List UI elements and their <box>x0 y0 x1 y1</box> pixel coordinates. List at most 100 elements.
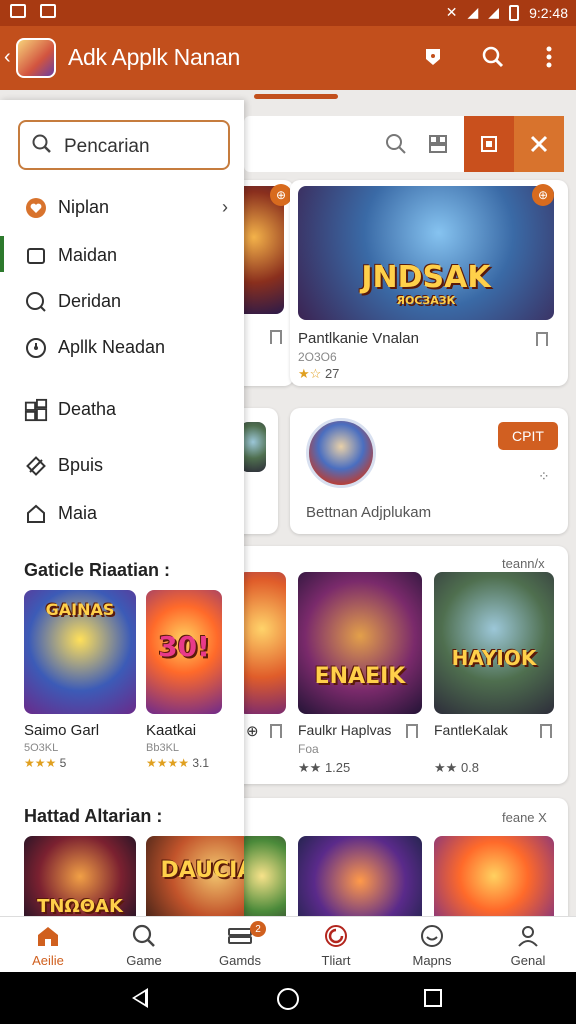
game-sub: Foa <box>298 742 319 756</box>
zoom-icon[interactable] <box>384 132 408 156</box>
featured-game-card[interactable]: JNDSAK ЯОСЗАЗК ⊕ Pantlkanie Vnalan 2O3O6… <box>290 180 568 386</box>
game-thumbnail[interactable] <box>434 836 554 916</box>
game-thumbnail[interactable] <box>238 836 286 916</box>
featured-rating: ★☆ 27 <box>298 366 340 381</box>
edge-indicator <box>0 236 4 272</box>
nav-label: Game <box>126 953 162 968</box>
drawer-section-title: Gaticle Riaatian : <box>24 560 171 580</box>
grid-icon[interactable] <box>426 132 450 156</box>
drawer-game-2[interactable]: 30! Kaatkai Bb3KL ★★★★ 3.1 <box>146 590 226 770</box>
featured-title: Pantlkanie Vnalan <box>298 330 419 347</box>
promo-avatar <box>306 418 376 488</box>
game-rating: ★★★ 5 <box>24 756 67 770</box>
nav-mapns[interactable]: Mapns <box>384 917 480 973</box>
game-thumbnail: 30! <box>146 590 222 714</box>
game-rating: ★★ 0.8 <box>434 760 480 775</box>
game-title: Kaatkai <box>146 722 197 739</box>
drawer-item-label: Maia <box>58 503 98 523</box>
drawer-item-maia[interactable]: Maia <box>0 494 244 534</box>
game-sub: Bb3KL <box>146 742 180 754</box>
person-icon <box>514 923 542 949</box>
game-thumbnail[interactable]: HAYIOK <box>434 572 554 714</box>
game-art-title: ENAEIK <box>314 664 406 689</box>
home-icon <box>24 502 48 526</box>
nav-gamds[interactable]: 2 Gamds <box>192 917 288 973</box>
promo-card[interactable]: CPIT ⁘ Bettnan Adjplukam <box>290 408 568 534</box>
games-row-card: teann/x ⊕ ENAEIK Faulkr Haplvas Foa ★★ 1… <box>230 546 568 784</box>
bell-icon <box>426 49 440 65</box>
game-thumbnail[interactable] <box>298 836 422 916</box>
target-icon <box>322 923 350 949</box>
square-icon <box>481 136 497 152</box>
game-title: Saimo Garl <box>24 722 100 739</box>
promo-button[interactable]: CPIT <box>498 422 558 450</box>
tools-icon <box>530 135 548 153</box>
wifi-icon: ◢ <box>467 4 479 20</box>
toolbar-bar <box>244 116 564 172</box>
drawer-item-deridan[interactable]: Deridan <box>0 282 244 322</box>
search-icon <box>482 46 504 68</box>
nav-label: Tliart <box>321 953 351 968</box>
badge-icon: ⊕ <box>532 184 554 206</box>
search-icon <box>32 134 52 160</box>
section-tag: feane X <box>502 810 547 825</box>
bookmark-icon[interactable] <box>536 332 548 350</box>
notification-button[interactable] <box>418 42 448 72</box>
drawer-item-apllk-neadan[interactable]: Apllk Neadan <box>0 328 244 368</box>
clock-icon <box>24 336 48 360</box>
search-icon <box>130 923 158 949</box>
tools-button[interactable] <box>514 116 564 172</box>
app-logo <box>16 38 56 78</box>
game-thumbnail[interactable]: DAUCIAK <box>146 836 244 916</box>
tab-indicator <box>254 94 338 99</box>
nav-label: Mapns <box>412 953 452 968</box>
drawer-item-label: Apllk Neadan <box>58 337 166 357</box>
game-thumbnail[interactable]: ENAEIK <box>298 572 422 714</box>
drawer-item-bpuis[interactable]: Bpuis <box>0 446 244 486</box>
search-circle-icon <box>24 290 48 314</box>
system-home-icon[interactable] <box>277 988 299 1010</box>
game-title: FantleKalak <box>434 722 508 738</box>
drawer-item-niplan[interactable]: Niplan › <box>0 188 244 228</box>
bookmark-icon[interactable] <box>540 724 552 742</box>
home-icon <box>34 923 62 949</box>
more-dots-icon[interactable]: ⁘ <box>538 468 550 485</box>
game-thumbnail[interactable] <box>238 572 286 714</box>
drawer-item-label: Niplan <box>58 197 110 217</box>
signal-icon: ◢ <box>488 4 500 20</box>
nav-label: Genal <box>510 953 546 968</box>
drawer-search-input[interactable]: Pencarian <box>18 120 230 170</box>
drawer-item-maidan[interactable]: Maidan <box>0 236 244 276</box>
bookmark-icon[interactable] <box>270 724 282 742</box>
battery-icon <box>509 4 520 21</box>
game-art-title: GAINAS <box>45 600 115 619</box>
app-notif-icon <box>40 4 56 18</box>
square-icon <box>24 244 48 268</box>
search-button[interactable] <box>478 42 508 72</box>
filter-button[interactable] <box>464 116 514 172</box>
search-placeholder: Pencarian <box>64 136 150 157</box>
system-back-icon[interactable] <box>132 988 148 1008</box>
game-thumbnail[interactable]: ΤΝΩΘΑΚ <box>24 836 136 916</box>
drawer-item-deatha[interactable]: Deatha <box>0 390 244 430</box>
more-menu-button[interactable] <box>534 42 564 72</box>
nav-tliart[interactable]: Tliart <box>288 917 384 973</box>
diamond-icon <box>24 454 48 478</box>
bookmark-icon[interactable] <box>406 724 418 742</box>
nav-genal[interactable]: Genal <box>480 917 576 973</box>
nav-home[interactable]: Aeilie <box>0 917 96 973</box>
featured-art-title: JNDSAK <box>361 260 491 295</box>
more-vert-icon <box>546 46 552 68</box>
drawer-section-title-2: Hattad Altarian : <box>24 806 163 826</box>
bottom-navigation: Aeilie Game 2 Gamds Tliart Mapns Genal <box>0 916 576 972</box>
game-title: Faulkr Haplvas <box>298 722 392 738</box>
bookmark-icon[interactable] <box>270 330 282 348</box>
game-partial-label: ⊕ <box>246 723 259 740</box>
promo-title: Bettnan Adjplukam <box>306 504 432 521</box>
drawer-game-1[interactable]: GAINAS Saimo Garl 5O3KL ★★★ 5 <box>24 590 136 770</box>
back-arrow-icon[interactable]: ‹ <box>4 46 11 69</box>
nav-game[interactable]: Game <box>96 917 192 973</box>
system-recents-icon[interactable] <box>424 989 442 1007</box>
nav-label: Gamds <box>219 953 261 968</box>
drawer-item-label: Deridan <box>58 291 122 311</box>
